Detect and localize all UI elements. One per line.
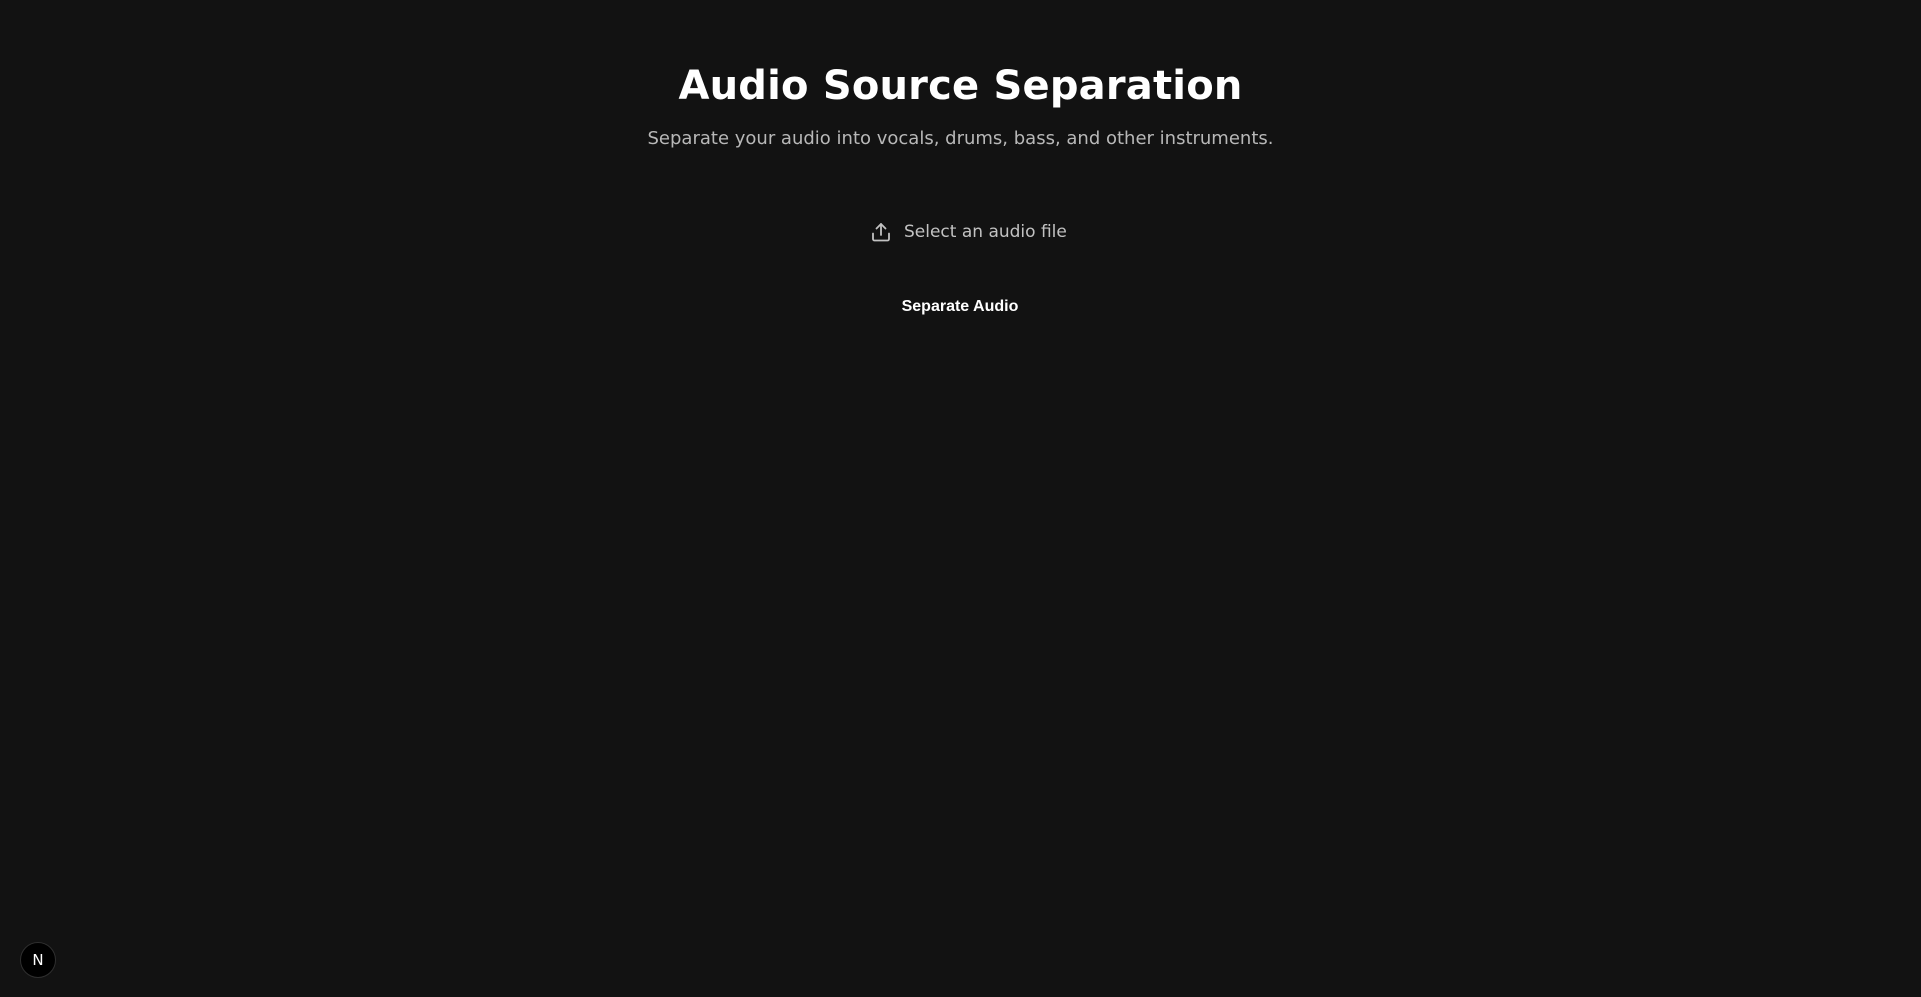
page-title: Audio Source Separation	[678, 63, 1243, 109]
app-page: Audio Source Separation Separate your au…	[0, 0, 1921, 997]
page-subtitle: Separate your audio into vocals, drums, …	[647, 128, 1274, 149]
separate-audio-button[interactable]: Separate Audio	[880, 290, 1040, 324]
audio-file-picker[interactable]: Select an audio file	[868, 218, 1067, 246]
upload-icon	[868, 219, 894, 245]
nextjs-dev-badge[interactable]: N	[20, 942, 56, 978]
nextjs-logo-icon: N	[32, 950, 44, 969]
audio-file-picker-label: Select an audio file	[904, 222, 1067, 242]
